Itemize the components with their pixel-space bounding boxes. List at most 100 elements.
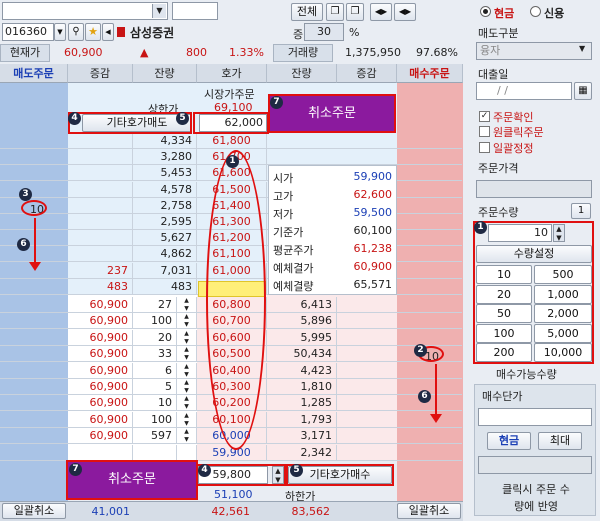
- current-price: 60,900: [64, 46, 103, 59]
- all-button[interactable]: 전체: [291, 3, 323, 21]
- bid-my-qty: 100: [133, 313, 177, 330]
- loan-date-input[interactable]: / /: [476, 82, 572, 100]
- chevron-down-icon-2[interactable]: ▼: [54, 23, 66, 41]
- bid-spin-icon[interactable]: ▲ ▼: [177, 379, 197, 395]
- bid-rem: 6,413: [267, 297, 337, 313]
- qty-set-button[interactable]: 수량설정: [476, 245, 592, 263]
- unit-price-label: 매수단가: [482, 390, 523, 403]
- ask-inc: [68, 165, 133, 182]
- oneclick-checkbox[interactable]: [479, 126, 490, 137]
- qty-preset-button[interactable]: 100: [476, 323, 532, 343]
- account-select[interactable]: [2, 2, 168, 20]
- bid-my-price: 60,900: [68, 297, 133, 313]
- max-button[interactable]: 최대: [538, 432, 582, 450]
- ask-price[interactable]: 61,800: [197, 133, 267, 149]
- bid-rem: 5,896: [267, 313, 337, 330]
- rem-header-2: 잔량: [267, 64, 337, 83]
- percent-label: %: [349, 26, 360, 39]
- search-icon[interactable]: ⚲: [68, 23, 84, 41]
- bid-rem: 50,434: [267, 346, 337, 363]
- qty-preset-button[interactable]: 50: [476, 304, 532, 323]
- order-qty-input[interactable]: 10: [488, 224, 552, 242]
- left-right-icon[interactable]: ◀▶: [370, 3, 392, 21]
- stat-row: 시가 59,900: [269, 169, 396, 186]
- oneclick-label: 원클릭주문: [493, 126, 544, 139]
- bid-spin-icon[interactable]: ▲ ▼: [177, 329, 197, 346]
- chevron-down-icon-3[interactable]: ▼: [579, 44, 585, 53]
- buy-order-header: 매수주문: [397, 64, 463, 83]
- rem-header-1: 잔량: [133, 64, 197, 83]
- qty-stepper-icon[interactable]: ▲ ▼: [553, 224, 565, 242]
- marker-3: 3: [19, 188, 32, 201]
- bid-my-price: 60,900: [68, 329, 133, 346]
- copy-icon[interactable]: ❐: [326, 3, 344, 21]
- bid-spin-icon[interactable]: ▲ ▼: [177, 395, 197, 412]
- stat-value: 60,900: [353, 260, 393, 273]
- qty-preset-button[interactable]: 200: [476, 343, 532, 362]
- bulk-cancel-sell[interactable]: 일괄취소: [2, 503, 66, 519]
- qty-preset-button[interactable]: 10: [476, 265, 532, 284]
- sell-type-select[interactable]: 융자: [476, 42, 592, 60]
- star-icon[interactable]: ★: [85, 23, 101, 41]
- stats-box: 시가 59,900 고가 62,600 저가 59,500 기준가 60,100…: [268, 165, 397, 295]
- qty-preset-button[interactable]: 5,000: [534, 323, 592, 343]
- marker-6-right: 6: [418, 390, 431, 403]
- ask-rem: 4,334: [133, 133, 197, 149]
- chevron-down-icon[interactable]: ▼: [152, 4, 166, 18]
- bid-rem: 4,423: [267, 362, 337, 379]
- volume-label: 거래량: [273, 44, 333, 62]
- qty-preset-button[interactable]: 10,000: [534, 343, 592, 362]
- total-buy-rem: 83,562: [291, 505, 331, 518]
- bid-my-qty: 100: [133, 411, 177, 428]
- ask-inc: [68, 133, 133, 149]
- paste-icon[interactable]: ❐: [346, 3, 364, 21]
- qty-unit-button[interactable]: 1: [571, 203, 591, 219]
- qty-preset-button[interactable]: 500: [534, 265, 592, 284]
- ask-rem: 2,758: [133, 197, 197, 214]
- bid-rem: 1,285: [267, 395, 337, 412]
- marker-4-bottom: 4: [198, 464, 211, 477]
- volume-rate: 97.68%: [416, 46, 458, 59]
- left-right-icon-2[interactable]: ◀▶: [394, 3, 416, 21]
- ask-inc: [68, 246, 133, 263]
- bid-my-price: 60,900: [68, 379, 133, 395]
- annotation-box-other-sell-qty: [193, 112, 269, 134]
- stock-name: 삼성증권: [130, 26, 175, 40]
- bid-spin-icon[interactable]: ▲ ▼: [177, 313, 197, 330]
- bid-spin-icon[interactable]: ▲ ▼: [177, 411, 197, 428]
- qty-preset-button[interactable]: 2,000: [534, 304, 592, 323]
- arrow-left-icon[interactable]: ◀: [102, 23, 114, 41]
- confirm-checkbox[interactable]: ✓: [479, 111, 490, 122]
- calendar-icon[interactable]: ▦: [574, 82, 592, 100]
- password-input[interactable]: [172, 2, 218, 20]
- annotation-box-cancel-bottom: [66, 460, 198, 500]
- ask-rem: 2,595: [133, 214, 197, 230]
- order-qty-label: 주문수량: [478, 206, 519, 219]
- sell-type-label: 매도구분: [478, 27, 519, 40]
- bid-my-price: 60,900: [68, 411, 133, 428]
- sell-order-header: 매도주문: [0, 64, 68, 83]
- bulk-cancel-buy[interactable]: 일괄취소: [397, 503, 461, 519]
- bid-spin-icon[interactable]: ▲ ▼: [177, 297, 197, 313]
- buyable-qty-label: 매수가능수량: [496, 368, 557, 381]
- bid-spin-icon[interactable]: [177, 444, 197, 461]
- bid-spin-icon[interactable]: ▲ ▼: [177, 362, 197, 379]
- ask-row[interactable]: 4,334 61,800: [0, 133, 462, 149]
- bid-my-qty: 6: [133, 362, 177, 379]
- cash-button[interactable]: 현금: [487, 432, 531, 450]
- bid-spin-icon[interactable]: ▲ ▼: [177, 346, 197, 363]
- bid-spin-icon[interactable]: ▲ ▼: [177, 428, 197, 445]
- unit-price-input[interactable]: [478, 408, 592, 426]
- increment-input[interactable]: 30: [304, 23, 344, 41]
- cash-radio[interactable]: [480, 6, 491, 17]
- bid-my-qty: 5: [133, 379, 177, 395]
- stat-value: 60,100: [353, 224, 393, 237]
- credit-radio[interactable]: [530, 6, 541, 17]
- price-header: 호가: [197, 64, 267, 83]
- qty-preset-button[interactable]: 20: [476, 284, 532, 304]
- stock-code-input[interactable]: 016360: [2, 23, 54, 41]
- bulk-edit-checkbox[interactable]: [479, 142, 490, 153]
- stat-value: 65,571: [353, 278, 393, 291]
- qty-preset-button[interactable]: 1,000: [534, 284, 592, 304]
- order-price-input[interactable]: [476, 180, 592, 198]
